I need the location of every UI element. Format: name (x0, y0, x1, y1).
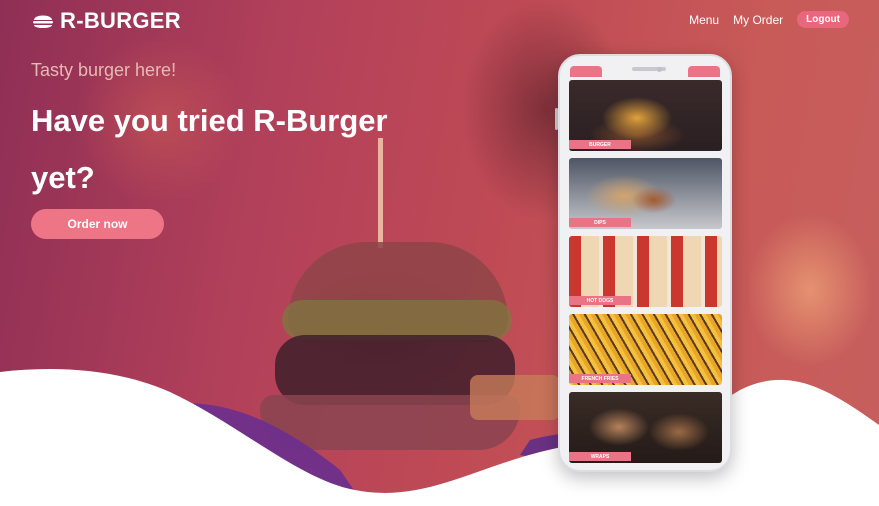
hero-tagline: Tasty burger here! (31, 60, 177, 80)
nav-menu-link[interactable]: Menu (689, 13, 719, 27)
menu-tile-label: HOT DOGS (569, 296, 631, 305)
logout-button[interactable]: Logout (797, 11, 849, 28)
top-nav: Menu My Order Logout (689, 11, 849, 28)
hero-headline: Have you tried R-Burger yet? (31, 103, 388, 195)
menu-tile-label: DIPS (569, 218, 631, 227)
nav-my-order-link[interactable]: My Order (733, 13, 783, 27)
brand-name: R-BURGER (60, 8, 181, 33)
phone-camera (657, 67, 662, 72)
phone-status-bar-right (688, 66, 720, 77)
order-now-button[interactable]: Order now (31, 209, 164, 239)
phone-status-bar-left (570, 66, 602, 77)
menu-tile-label: WRAPS (569, 452, 631, 461)
menu-tile-wraps[interactable]: WRAPS (569, 392, 722, 463)
menu-tile-label: FRENCH FRIES (569, 374, 631, 383)
menu-tile-burger[interactable]: BURGER (569, 80, 722, 151)
menu-tile-hot-dogs[interactable]: HOT DOGS (569, 236, 722, 307)
menu-tile-label: BURGER (569, 140, 631, 149)
menu-tile-french-fries[interactable]: FRENCH FRIES (569, 314, 722, 385)
brand-logo[interactable]: R-BURGER (32, 8, 181, 34)
menu-tile-dips[interactable]: DIPS (569, 158, 722, 229)
burger-icon (33, 15, 53, 28)
